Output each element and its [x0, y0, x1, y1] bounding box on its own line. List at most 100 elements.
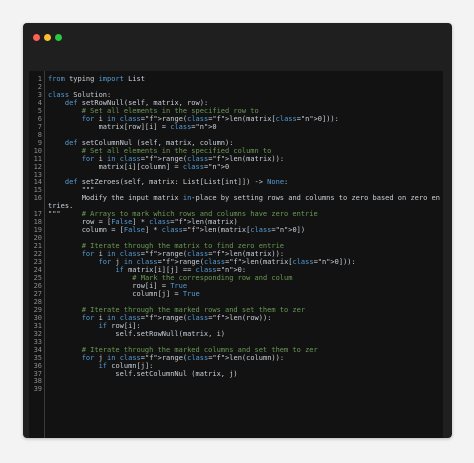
code-text: column[j] = True: [48, 289, 200, 298]
code-line: 35 for j in class="f">range(class="f">le…: [29, 354, 443, 362]
maximize-window-dot[interactable]: [55, 34, 62, 41]
code-text: Modify the input matrix in-place by sett…: [48, 194, 440, 203]
code-text: def setRowNull(self, matrix, row):: [64, 98, 209, 107]
code-line: 6 for i in class="f">range(class="f">len…: [29, 115, 443, 123]
line-number: 12: [33, 162, 42, 171]
close-window-dot[interactable]: [33, 34, 40, 41]
code-line: 39: [29, 385, 443, 393]
code-line: 5 # Set all elements in the specified ro…: [29, 107, 443, 115]
code-text: # Set all elements in the specified colu…: [81, 146, 272, 155]
code-line: 28: [29, 298, 443, 306]
code-text: # Iterate through the marked columns and…: [81, 345, 318, 354]
code-line: 11 for i in class="f">range(class="f">le…: [29, 155, 443, 163]
line-number: 9: [37, 138, 42, 147]
line-number: 17: [33, 210, 42, 219]
line-number: 25: [33, 274, 42, 282]
code-line: 34 # Iterate through the marked columns …: [29, 346, 443, 354]
line-number: 14: [33, 178, 42, 187]
code-line: 37 self.setColumnNul (matrix, j): [29, 370, 443, 378]
line-number: 5: [37, 106, 42, 115]
line-number: 2: [37, 82, 42, 91]
code-text: # Set all elements in the specified row …: [81, 106, 259, 115]
line-number: 22: [33, 250, 42, 259]
code-line: 13: [29, 171, 443, 179]
minimize-window-dot[interactable]: [44, 34, 51, 41]
line-number: 18: [33, 218, 42, 227]
code-line: 19 column = [False] * class="f">len(matr…: [29, 226, 443, 234]
code-text: if column[j]:: [98, 361, 154, 370]
code-line: 23 for j in class="f">range(class="f">le…: [29, 258, 443, 266]
line-number: 31: [33, 321, 42, 330]
line-number: 10: [33, 146, 42, 155]
code-line: 33: [29, 338, 443, 346]
line-number: 29: [33, 305, 42, 314]
code-line: 8: [29, 131, 443, 139]
code-line: 1 from typing import List: [29, 75, 443, 83]
code-line: 32 self.setRowNull(matrix, i): [29, 330, 443, 338]
code-line: 24 if matrix[i][j] == class="n">0:: [29, 266, 443, 274]
code-line: 27 column[j] = True: [29, 290, 443, 298]
line-number: 27: [33, 289, 42, 298]
code-text: for i in class="f">range(class="f">len(m…: [81, 154, 285, 163]
code-editor[interactable]: 1 from typing import List 2 3 class Solution…: [29, 71, 443, 438]
code-line: 12 matrix[i][column] = class="n">0: [29, 163, 443, 171]
line-number: 35: [33, 353, 42, 362]
line-number: 15: [33, 186, 42, 195]
code-text: self.setColumnNul (matrix, j): [48, 369, 238, 378]
code-line: 10 # Set all elements in the specified c…: [29, 147, 443, 155]
line-number: 13: [33, 170, 42, 179]
code-text: for j in class="f">range(class="f">len(c…: [81, 353, 285, 362]
code-text: for i in class="f">range(class="f">len(r…: [81, 313, 272, 322]
code-line: 7 matrix[row][i] = class="n">0: [29, 123, 443, 131]
code-line: 16 Modify the input matrix in-place by s…: [29, 194, 443, 202]
line-number: 1: [37, 75, 42, 83]
code-text: if row[i]:: [98, 321, 141, 330]
line-number: 30: [33, 313, 42, 322]
code-line: 2: [29, 83, 443, 91]
code-line: 9 def setColumnNul (self, matrix, column…: [29, 139, 443, 147]
code-text: # Iterate through the marked rows and se…: [81, 305, 306, 314]
code-line: 26 row[i] = True: [29, 282, 443, 290]
line-number: 39: [33, 385, 42, 394]
code-text: for j in class="f">range(class="f">len(m…: [98, 258, 356, 267]
code-line: 31 if row[i]:: [29, 322, 443, 330]
code-text: for i in class="f">range(class="f">len(m…: [81, 114, 339, 123]
code-text: row[i] = True: [48, 281, 188, 290]
line-number: 16: [33, 194, 42, 203]
code-text: tries.: [48, 202, 74, 211]
line-number: 21: [33, 242, 42, 251]
line-number: 26: [33, 281, 42, 290]
line-number: 36: [33, 361, 42, 370]
code-line: 4 def setRowNull(self, matrix, row):: [29, 99, 443, 107]
line-number: 8: [37, 130, 42, 139]
code-text: """ # Arrays to mark which rows and colu…: [48, 210, 318, 219]
code-line: 36 if column[j]:: [29, 362, 443, 370]
code-line: 18 row = [False] * class="f">len(matrix): [29, 218, 443, 226]
line-number: 37: [33, 369, 42, 378]
code-line: 29 # Iterate through the marked rows and…: [29, 306, 443, 314]
line-number: 7: [37, 122, 42, 131]
code-line: 22 for i in class="f">range(class="f">le…: [29, 250, 443, 258]
code-line: 20: [29, 234, 443, 242]
line-number: 38: [33, 377, 42, 386]
code-line: 17 """ # Arrays to mark which rows and co…: [29, 210, 443, 218]
code-text: if matrix[i][j] == class="n">0:: [115, 266, 247, 275]
code-line: 14 def setZeroes(self, matrix: List[List…: [29, 178, 443, 186]
line-number: 28: [33, 297, 42, 306]
code-window: 1 from typing import List 2 3 class Solution…: [23, 23, 452, 438]
line-number: 20: [33, 234, 42, 243]
line-number: 6: [37, 114, 42, 123]
code-line: 25 # Mark the corresponding row and colu…: [29, 274, 443, 282]
line-number: 32: [33, 329, 42, 338]
code-text: def setColumnNul (self, matrix, column):: [64, 138, 234, 147]
code-text: for i in class="f">range(class="f">len(m…: [81, 250, 285, 259]
line-number: 34: [33, 345, 42, 354]
line-number: 4: [37, 98, 42, 107]
line-number: 24: [33, 266, 42, 275]
title-bar: [23, 23, 452, 51]
code-line: 21 # Iterate through the matrix to find …: [29, 242, 443, 250]
code-text: # Mark the corresponding row and colum: [132, 274, 293, 282]
code-text: row = [False] * class="f">len(matrix): [48, 218, 238, 227]
code-text: class Solution:: [48, 90, 112, 99]
line-number: 23: [33, 258, 42, 267]
